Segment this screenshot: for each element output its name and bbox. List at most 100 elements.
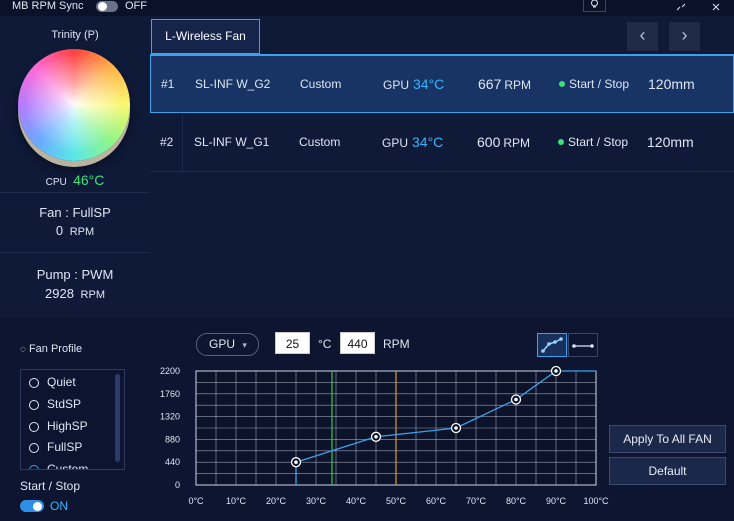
- fan-temp-source: GPU 34°C: [383, 56, 444, 113]
- fan-number: #2: [160, 135, 174, 149]
- close-icon[interactable]: [711, 0, 721, 11]
- fan-rpm-readout: 0 RPM: [0, 223, 150, 238]
- rpm-unit: RPM: [504, 78, 532, 92]
- curve-icon: [541, 337, 563, 353]
- fan-row-2[interactable]: #2 SL-INF W_G1 Custom GPU 34°C 600 RPM Sta…: [150, 114, 734, 172]
- profile-option-label: Custom: [47, 462, 89, 470]
- radio-icon: [29, 422, 39, 432]
- x-tick-label: 100°C: [583, 496, 609, 506]
- fan-start-stop: Start / Stop: [559, 56, 629, 112]
- start-stop-state: ON: [50, 499, 68, 513]
- curve-point-center: [554, 369, 558, 373]
- fan-size: 120mm: [648, 76, 695, 92]
- refresh-icon: ◌: [20, 344, 26, 355]
- fan-row-1[interactable]: #1 SL-INF W_G2 Custom GPU 34°C 667 RPM Sta…: [150, 55, 734, 113]
- pump-rpm-readout: 2928 RPM: [0, 286, 150, 301]
- x-tick-label: 10°C: [226, 496, 247, 506]
- radio-icon: [29, 400, 39, 410]
- fan-rpm-unit: RPM: [69, 226, 95, 238]
- prev-page-button[interactable]: ‹: [627, 22, 658, 51]
- fan-name: SL-INF W_G2: [195, 77, 271, 91]
- curve-point-center: [514, 397, 518, 402]
- profile-name: Trinity (P): [51, 29, 99, 41]
- fan-rpm: 600 RPM: [477, 114, 530, 171]
- flat-mode-button[interactable]: [568, 333, 598, 357]
- x-tick-label: 50°C: [386, 496, 407, 506]
- y-tick-label: 0: [175, 480, 180, 490]
- profile-option-stdsp[interactable]: StdSP: [29, 394, 81, 414]
- x-tick-label: 70°C: [466, 496, 487, 506]
- start-stop-label: Start / Stop: [568, 135, 629, 149]
- fan-name: SL-INF W_G1: [194, 135, 270, 149]
- flat-line-icon: [572, 344, 594, 348]
- lightbulb-button[interactable]: [583, 0, 606, 12]
- temp-source-value: GPU: [209, 337, 236, 351]
- default-button[interactable]: Default: [609, 457, 726, 485]
- rpm-unit: RPM: [503, 136, 531, 150]
- mb-rpm-sync-label: MB RPM Sync: [12, 0, 84, 12]
- tab-l-wireless-fan[interactable]: L-Wireless Fan: [151, 19, 260, 54]
- x-tick-label: 40°C: [346, 496, 367, 506]
- y-tick-label: 1760: [160, 389, 180, 399]
- temp-value: 34°C: [413, 76, 445, 92]
- chevron-right-icon: ›: [681, 25, 688, 45]
- fan-profile-heading: ◌ Fan Profile: [20, 343, 82, 355]
- y-tick-label: 440: [165, 457, 180, 467]
- y-tick-label: 1320: [160, 412, 180, 422]
- start-stop-label: Start / Stop: [20, 479, 81, 493]
- temp-input[interactable]: 25: [275, 332, 310, 354]
- x-tick-label: 0°C: [188, 496, 204, 506]
- pump-rpm-unit: RPM: [80, 289, 105, 301]
- x-tick-label: 30°C: [306, 496, 327, 506]
- next-page-button[interactable]: ›: [669, 22, 700, 51]
- profile-option-label: HighSP: [47, 419, 88, 433]
- profile-option-fullsp[interactable]: FullSP: [29, 437, 82, 457]
- y-tick-label: 2200: [160, 366, 180, 376]
- mb-rpm-sync-state: OFF: [125, 0, 147, 12]
- profile-option-quiet[interactable]: Quiet: [29, 372, 76, 392]
- mb-rpm-sync-toggle[interactable]: [96, 1, 118, 12]
- profile-option-highsp[interactable]: HighSP: [29, 416, 88, 436]
- temp-source-label: GPU: [383, 78, 410, 92]
- chevron-down-icon: ▾: [242, 340, 247, 350]
- start-stop-label: Start / Stop: [569, 77, 630, 91]
- fan-temp-source: GPU 34°C: [382, 114, 443, 171]
- radio-icon: [29, 443, 39, 453]
- temp-unit-label: °C: [318, 337, 332, 351]
- profile-option-label: StdSP: [47, 397, 82, 411]
- fan-rpm-value: 0: [55, 223, 64, 238]
- fan-rpm: 667 RPM: [478, 56, 531, 113]
- fan-curve-chart[interactable]: 0°C 10°C 20°C 30°C 40°C 50°C 60°C 70°C 80°C 90°C 1…: [150, 362, 610, 514]
- fan-profile-title: Fan Profile: [28, 343, 83, 355]
- curve-point-center: [294, 460, 298, 464]
- fan-number: #1: [161, 77, 175, 91]
- rpm-value: 667: [478, 76, 502, 92]
- curve-point-center: [374, 435, 378, 439]
- start-stop-toggle[interactable]: [20, 500, 44, 512]
- rpm-unit-label: RPM: [383, 337, 410, 351]
- cpu-readout: CPU 46°C: [0, 172, 150, 188]
- chevron-left-icon: ‹: [639, 25, 646, 45]
- x-tick-label: 60°C: [426, 496, 447, 506]
- temp-source-label: GPU: [382, 136, 409, 150]
- curve-mode-button[interactable]: [537, 333, 567, 357]
- apply-to-all-fan-button[interactable]: Apply To All FAN: [609, 425, 726, 453]
- y-tick-label: 880: [165, 434, 180, 444]
- cpu-label: CPU: [45, 177, 67, 188]
- profile-option-label: FullSP: [47, 440, 83, 454]
- fan-mode-label: Fan : FullSP: [39, 205, 111, 220]
- device-summary-panel: Trinity (P) CPU 46°C Fan : FullSP 0 RPM …: [0, 16, 150, 318]
- fan-size: 120mm: [647, 134, 694, 150]
- top-bar: MB RPM Sync OFF: [0, 0, 734, 16]
- radio-icon: [29, 378, 39, 388]
- temp-source-select[interactable]: GPU ▾: [196, 333, 259, 356]
- color-wheel[interactable]: [18, 49, 130, 161]
- profile-option-custom[interactable]: Custom: [29, 459, 89, 470]
- profile-list-scrollbar[interactable]: [115, 374, 120, 462]
- status-dot: [559, 81, 565, 87]
- expand-icon[interactable]: [676, 0, 686, 11]
- pump-rpm-value: 2928: [45, 286, 74, 301]
- radio-icon: [29, 465, 39, 469]
- rpm-input[interactable]: 440: [340, 332, 375, 354]
- profile-option-label: Quiet: [47, 375, 76, 389]
